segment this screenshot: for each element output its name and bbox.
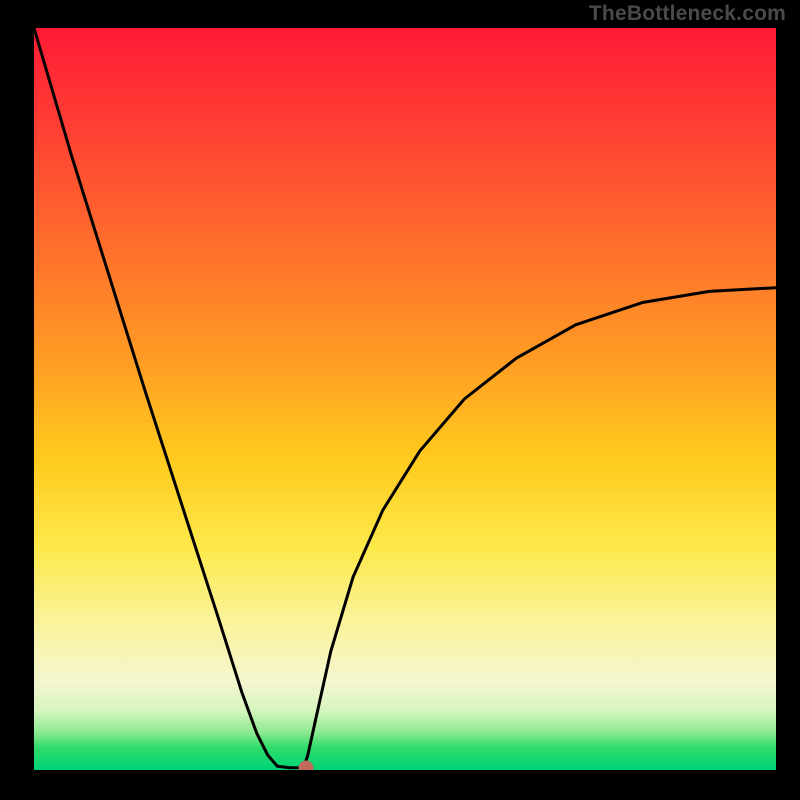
plot-area [34,28,776,770]
curve-svg [34,28,776,770]
chart-frame: TheBottleneck.com [0,0,800,800]
watermark-text: TheBottleneck.com [589,2,786,26]
bottleneck-curve [34,28,776,768]
marker-dot [298,760,313,770]
